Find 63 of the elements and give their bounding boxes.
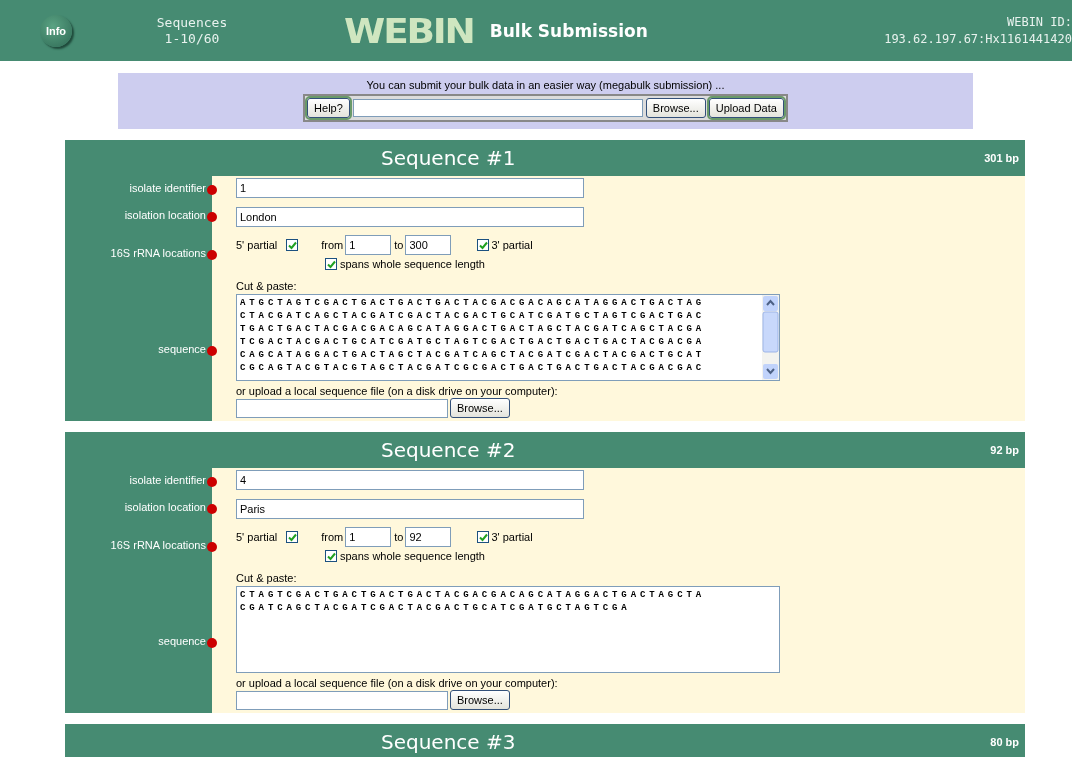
checkbox-label: 5' partial: [236, 531, 278, 543]
field-label: isolate identifier: [129, 182, 206, 194]
checkbox[interactable]: [286, 239, 299, 251]
cut-paste-label: Cut & paste:: [236, 572, 298, 584]
webin-id: 193.62.197.67:Hx1161441420: [884, 30, 1072, 48]
sequence-title: Sequence #2: [381, 438, 516, 462]
field-label: 16S rRNA locations: [110, 246, 206, 259]
checkbox[interactable]: [286, 531, 299, 543]
sequence-field[interactable]: CTAGTCGACTGACTGACTGACTACGACGACAGCATAGGACTGACTAGCTA CGATCAGCTACGATCGACTACGACTGCATCGATGCTAGTCGA: [236, 586, 780, 673]
file-field[interactable]: [236, 690, 448, 710]
to-label: to: [394, 531, 404, 543]
from-label: from: [321, 531, 344, 543]
upload-hint: or upload a local sequence file (on a disk drive on your computer):: [236, 677, 559, 689]
location-field[interactable]: London: [236, 207, 584, 227]
sequence-length: 92 bp: [990, 444, 1019, 456]
browse-button[interactable]: Browse...: [645, 98, 706, 118]
upload-hint: or upload a local sequence file (on a disk drive on your computer):: [236, 385, 559, 397]
browse-button[interactable]: Browse...: [450, 690, 510, 710]
field-label: isolation location: [124, 500, 206, 513]
to-field[interactable]: 92: [405, 527, 452, 547]
webin-id-label: WEBIN ID:: [1006, 13, 1072, 31]
upload-button[interactable]: Upload Data: [708, 98, 784, 118]
sequences-label: Sequences: [156, 14, 228, 31]
checkbox-label: 3' partial: [491, 531, 533, 543]
logo: WEBIN: [344, 10, 474, 51]
field-label: sequence: [158, 342, 206, 355]
file-field[interactable]: [352, 99, 643, 117]
field-label: isolate identifier: [129, 474, 206, 486]
location-field[interactable]: Paris: [236, 499, 584, 519]
sequence-title: Sequence #3: [381, 730, 516, 754]
browse-button[interactable]: Browse...: [450, 398, 510, 418]
identifier-field[interactable]: 1: [236, 178, 584, 198]
sequence-field[interactable]: ATGCTAGTCGACTGACTGACTGACTACGACGACAGCATAGGACTGACTAG CTACGATCAGCTACGATCGACTACGACTGCATCGATGCTAGTCGACTGAC TGACTGACTACGACGACAGCATAGGACTGACTAGCTACGATCAGCTACGA TCGACTACGACTGCATCGATGCTAGTCGACTGACTGACTGACTACGACGA CAGCATAGGACTGACTAGCTACGATCAGCTACGATCGACTACGACTGCAT CGCAGTACGTACGTAGCTACGATCGCGACTGACTGACTGACTACGACGAC: [236, 294, 780, 381]
file-field[interactable]: [236, 398, 448, 418]
scrollbar-drawing[interactable]: [762, 295, 779, 380]
sequence-length: 80 bp: [990, 736, 1019, 748]
checkbox-label: spans whole sequence length: [340, 550, 485, 562]
field-label: 16S rRNA locations: [110, 538, 206, 551]
field-label: isolation location: [124, 208, 206, 221]
page-title: Bulk Submission: [489, 20, 648, 41]
field-label: sequence: [158, 634, 206, 647]
checkbox[interactable]: [325, 258, 337, 270]
cut-paste-label: Cut & paste:: [236, 280, 298, 292]
from-label: from: [321, 239, 344, 251]
checkbox[interactable]: [477, 531, 490, 543]
required-icon: [207, 477, 217, 487]
required-icon: [207, 185, 217, 195]
checkbox[interactable]: [325, 550, 337, 562]
sequence-title: Sequence #1: [381, 146, 516, 170]
checkbox-label: spans whole sequence length: [340, 258, 485, 270]
checkbox-label: 3' partial: [491, 239, 533, 251]
sequences-range: 1-10/60: [164, 30, 220, 47]
help-button[interactable]: Help?: [307, 98, 350, 118]
to-field[interactable]: 300: [405, 235, 452, 255]
to-label: to: [394, 239, 404, 251]
sequence-length: 301 bp: [984, 152, 1019, 164]
from-field[interactable]: 1: [345, 235, 392, 255]
checkbox[interactable]: [477, 239, 490, 251]
checkbox-label: 5' partial: [236, 239, 278, 251]
identifier-field[interactable]: 4: [236, 470, 584, 490]
megabulk-message: You can submit your bulk data in an easier way (megabulk submission) ...: [366, 79, 725, 91]
info-button[interactable]: Info: [40, 14, 72, 47]
from-field[interactable]: 1: [345, 527, 392, 547]
